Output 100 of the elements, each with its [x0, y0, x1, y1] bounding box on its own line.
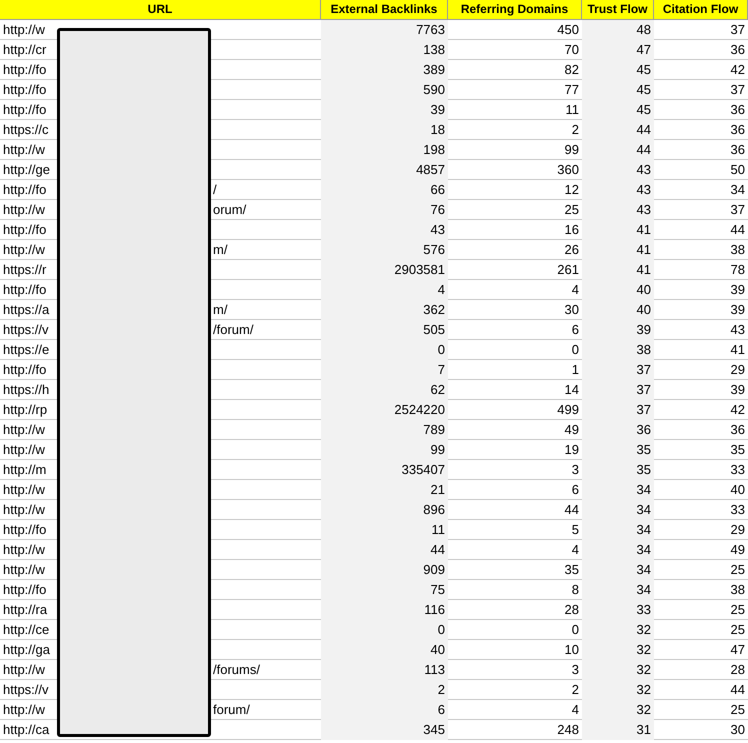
table-cell: 789 — [321, 420, 448, 440]
table-cell: 345 — [321, 720, 448, 740]
url-text: http://fo — [3, 81, 46, 99]
url-text: http://w — [3, 421, 45, 439]
table-cell: 33 — [582, 600, 654, 620]
table-cell: 45 — [582, 80, 654, 100]
table-cell: 44 — [321, 540, 448, 560]
column-header: Trust Flow — [582, 0, 654, 20]
column-header: Referring Domains — [448, 0, 582, 20]
table-cell: 62 — [321, 380, 448, 400]
table-cell: 198 — [321, 140, 448, 160]
url-text: http://ca — [3, 721, 50, 739]
url-text: / — [213, 181, 217, 199]
table-cell: 34 — [582, 580, 654, 600]
url-text: http://w — [3, 661, 45, 679]
table-cell: 31 — [582, 720, 654, 740]
url-text: http://w — [3, 501, 45, 519]
table-cell: 39 — [582, 320, 654, 340]
url-text: https://a — [3, 301, 50, 319]
url-text: http://ra — [3, 601, 48, 619]
table-cell: 32 — [582, 640, 654, 660]
table-cell: 43 — [321, 220, 448, 240]
url-text: m/ — [213, 241, 228, 259]
url-text: http://w — [3, 541, 45, 559]
url-text: https://c — [3, 121, 49, 139]
table-cell: 4857 — [321, 160, 448, 180]
url-text: https://v — [3, 681, 49, 699]
url-text: http://w — [3, 701, 45, 719]
table-cell: 2524220 — [321, 400, 448, 420]
url-text: http://fo — [3, 281, 46, 299]
url-text: http://ce — [3, 621, 50, 639]
url-text: m/ — [213, 301, 228, 319]
table-cell: 45 — [582, 100, 654, 120]
url-text: http://ge — [3, 161, 50, 179]
url-text: /forum/ — [213, 321, 254, 339]
table-cell: 4 — [321, 280, 448, 300]
table-cell: 11 — [321, 520, 448, 540]
table-cell: 113 — [321, 660, 448, 680]
table-cell: 38 — [582, 340, 654, 360]
url-text: orum/ — [213, 201, 246, 219]
table-cell: 116 — [321, 600, 448, 620]
url-text: http://fo — [3, 221, 46, 239]
table-cell: 37 — [582, 400, 654, 420]
url-text: https://r — [3, 261, 46, 279]
table-cell: 590 — [321, 80, 448, 100]
url-text: http://w — [3, 21, 45, 39]
url-text: http://ga — [3, 641, 50, 659]
table-cell: 99 — [321, 440, 448, 460]
table-cell: 75 — [321, 580, 448, 600]
column-header: URL — [0, 0, 321, 20]
table-cell: 44 — [582, 120, 654, 140]
url-text: /forums/ — [213, 661, 260, 679]
table-cell: 40 — [582, 300, 654, 320]
table-cell: 6 — [321, 700, 448, 720]
table-cell: 41 — [582, 220, 654, 240]
url-text: http://fo — [3, 581, 46, 599]
table-cell: 576 — [321, 240, 448, 260]
table-cell: 2903581 — [321, 260, 448, 280]
table-cell: 48 — [582, 20, 654, 40]
column-header: Citation Flow — [654, 0, 748, 20]
table-cell: 35 — [582, 440, 654, 460]
url-text: http://cr — [3, 41, 46, 59]
table-cell: 0 — [321, 340, 448, 360]
url-text: https://e — [3, 341, 50, 359]
table-cell: 2 — [321, 680, 448, 700]
table-cell: 34 — [582, 480, 654, 500]
table-cell: 37 — [582, 380, 654, 400]
table-cell: 34 — [582, 560, 654, 580]
table-cell: 36 — [582, 420, 654, 440]
table-cell: 138 — [321, 40, 448, 60]
url-text: http://fo — [3, 101, 46, 119]
table-cell: 43 — [582, 200, 654, 220]
table-cell: 44 — [582, 140, 654, 160]
table-cell: 40 — [582, 280, 654, 300]
table-cell: 66 — [321, 180, 448, 200]
url-text: http://rp — [3, 401, 48, 419]
table-cell: 43 — [582, 160, 654, 180]
url-text: http://m — [3, 461, 46, 479]
table-cell: 362 — [321, 300, 448, 320]
table-cell: 35 — [582, 460, 654, 480]
table-cell: 32 — [582, 700, 654, 720]
table-cell: 7763 — [321, 20, 448, 40]
table-cell: 34 — [582, 540, 654, 560]
url-text: http://fo — [3, 181, 46, 199]
table-cell: 47 — [582, 40, 654, 60]
table-cell: 43 — [582, 180, 654, 200]
table-cell: 32 — [582, 620, 654, 640]
url-text: https://v — [3, 321, 49, 339]
table-cell: 41 — [582, 240, 654, 260]
url-text: http://w — [3, 441, 45, 459]
url-text: http://fo — [3, 61, 46, 79]
url-text: http://w — [3, 561, 45, 579]
table-cell: 37 — [582, 360, 654, 380]
table-cell: 505 — [321, 320, 448, 340]
table-cell: 21 — [321, 480, 448, 500]
table-cell: 0 — [321, 620, 448, 640]
table-cell: 34 — [582, 520, 654, 540]
url-text: http://fo — [3, 521, 46, 539]
table-cell: 335407 — [321, 460, 448, 480]
table-cell: 896 — [321, 500, 448, 520]
